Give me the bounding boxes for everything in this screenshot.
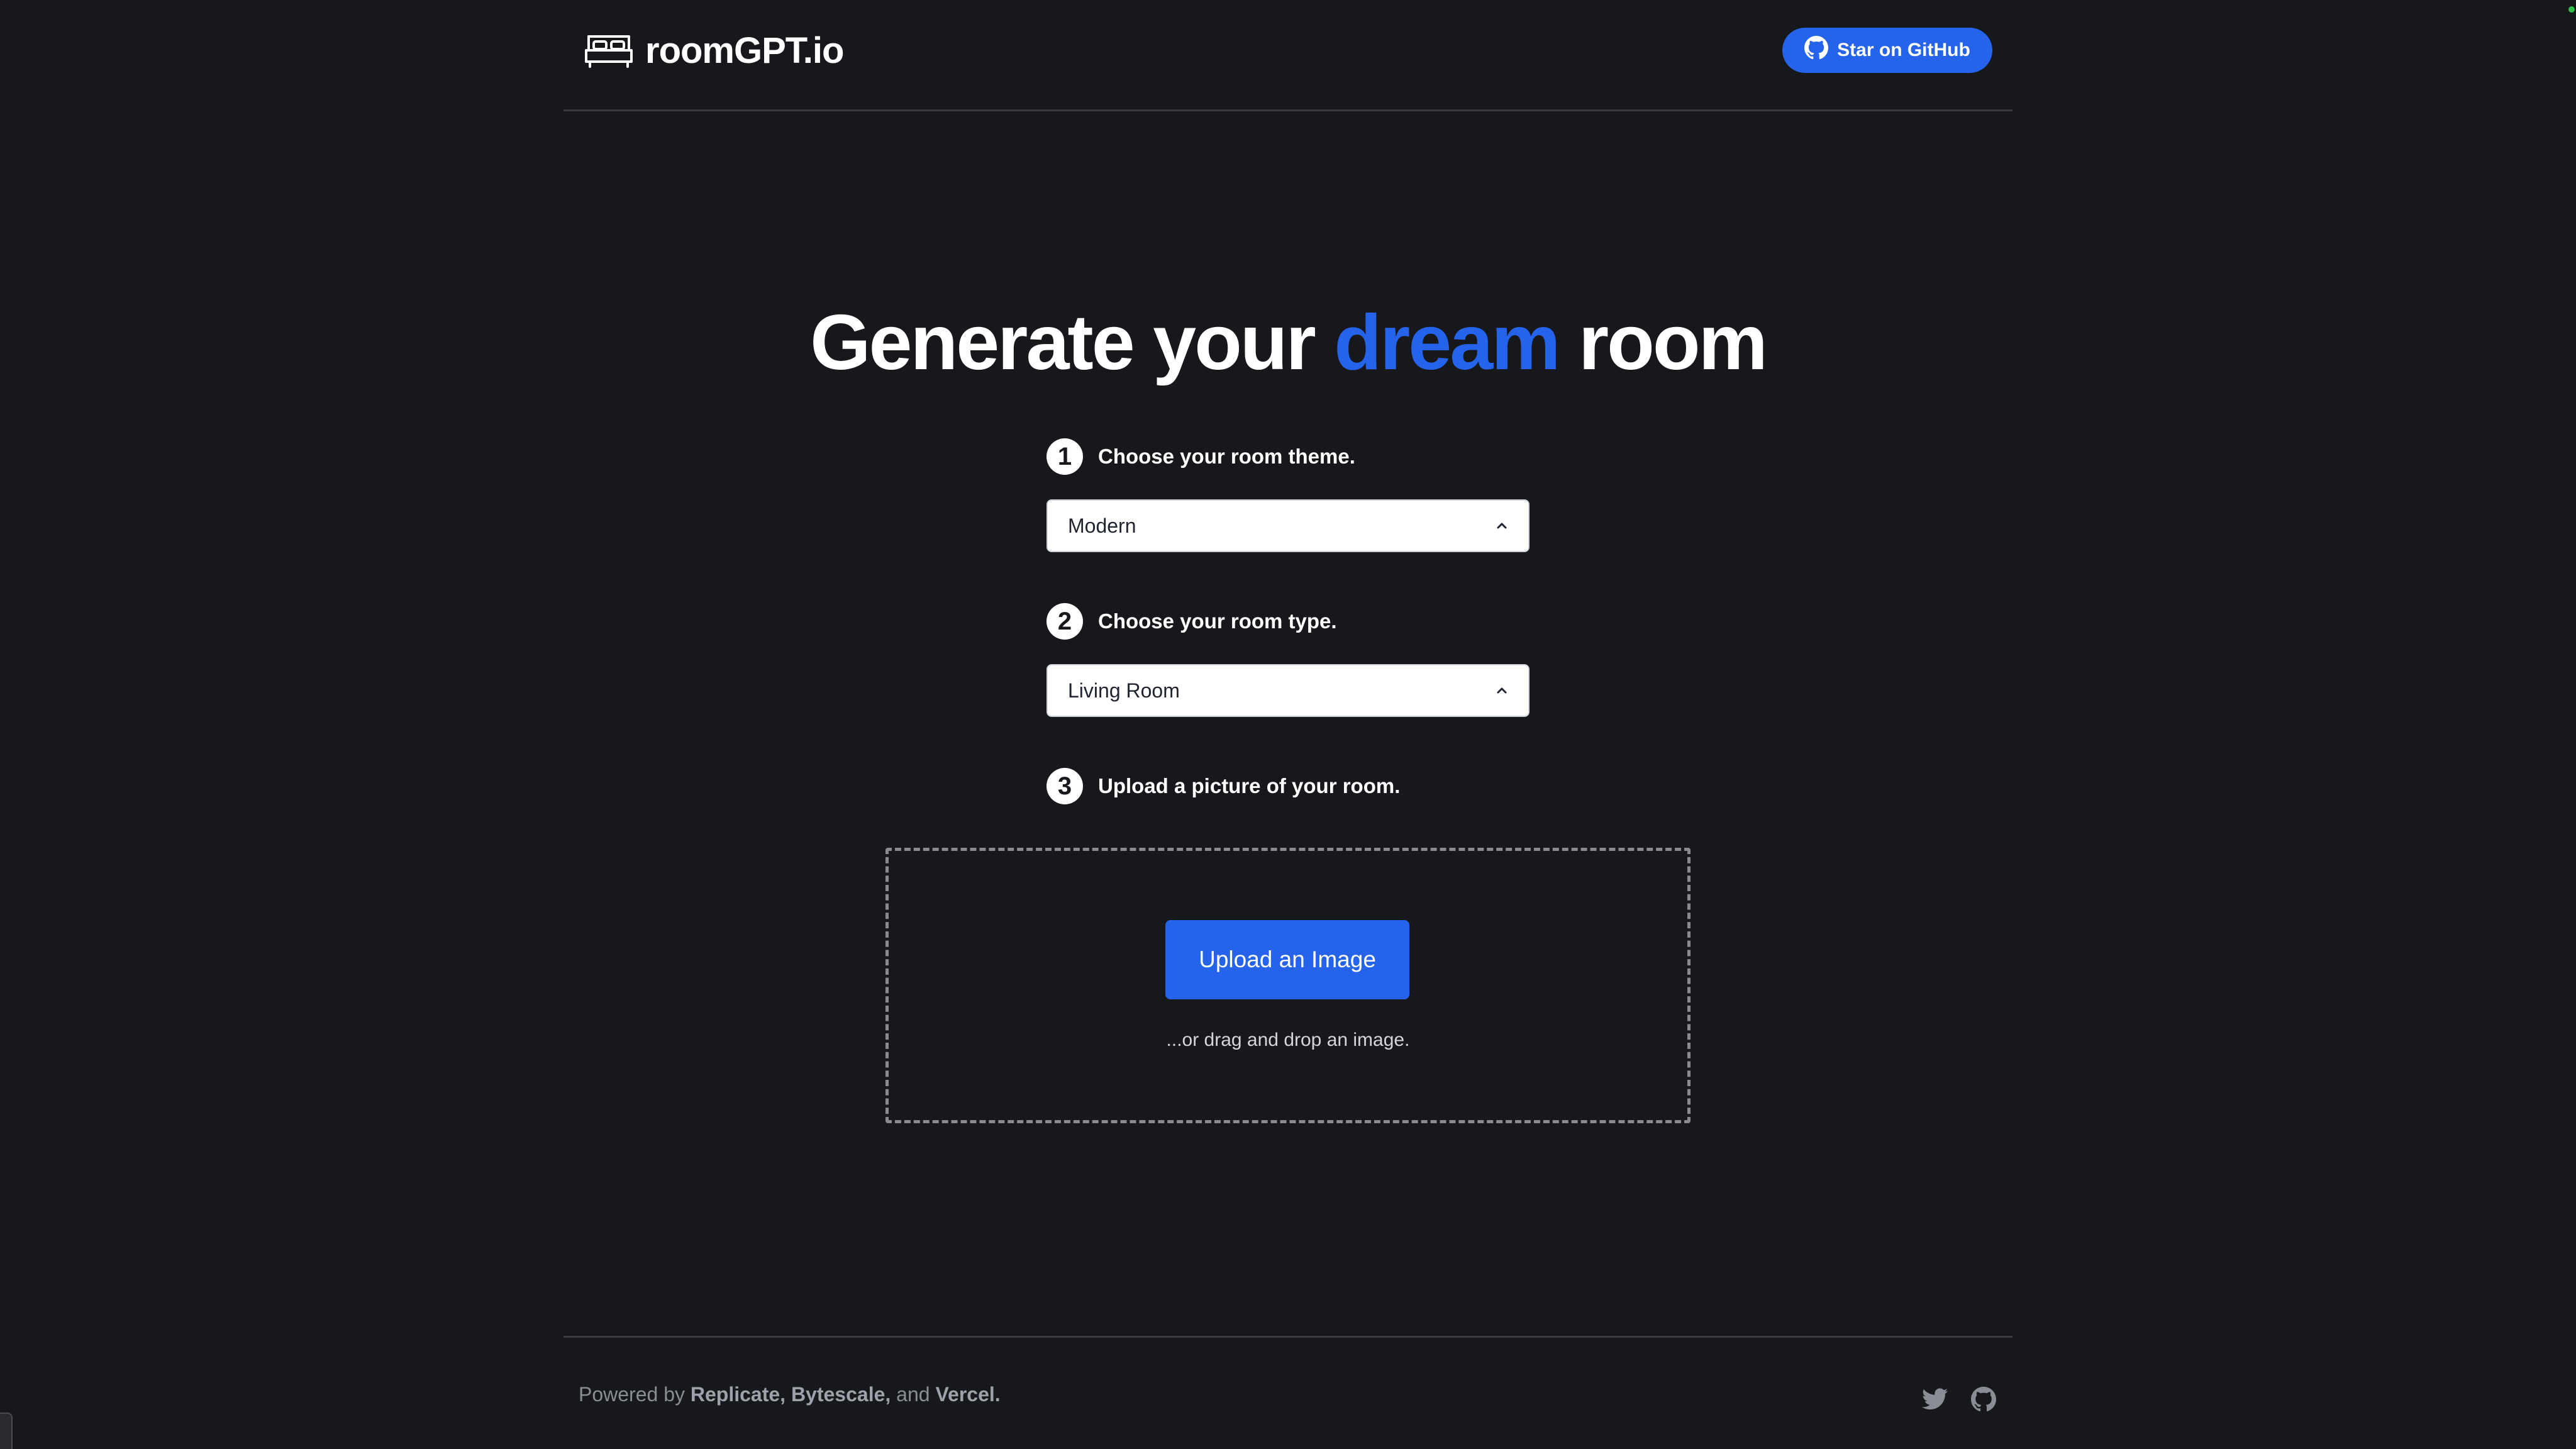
page-title: Generate your dream room [0, 296, 2576, 390]
powered-by-prefix: Powered by [579, 1383, 685, 1406]
step-label: Upload a picture of your room. [1098, 774, 1401, 797]
step-theme: 1 Choose your room theme. [1046, 438, 1530, 475]
step-room-type: 2 Choose your room type. [1046, 602, 1530, 640]
step-number-badge: 3 [1046, 768, 1083, 804]
side-tab-handle[interactable] [0, 1413, 13, 1449]
chevron-up-icon [1494, 683, 1509, 698]
room-theme-select[interactable]: Modern [1046, 499, 1530, 552]
powered-by-text: Powered by Replicate, Bytescale, and Ver… [579, 1383, 1001, 1406]
image-dropzone[interactable]: Upload an Image ...or drag and drop an i… [886, 848, 1690, 1123]
replicate-link[interactable]: Replicate, [691, 1383, 786, 1406]
header: roomGPT.io Star on GitHub [564, 0, 2012, 111]
upload-image-button[interactable]: Upload an Image [1165, 920, 1409, 999]
and-text: and [896, 1383, 930, 1406]
brand-link[interactable]: roomGPT.io [584, 25, 844, 75]
status-dot [2568, 6, 2575, 13]
step-number-badge: 1 [1046, 438, 1083, 475]
brand-name: roomGPT.io [645, 30, 844, 71]
step-upload: 3 Upload a picture of your room. [1046, 767, 1530, 805]
step-label: Choose your room type. [1098, 609, 1337, 633]
twitter-icon[interactable] [1922, 1388, 1948, 1411]
step-label: Choose your room theme. [1098, 445, 1355, 468]
vercel-link[interactable]: Vercel. [935, 1383, 1000, 1406]
steps: 1 Choose your room theme. Modern 2 Choos… [1046, 438, 1530, 805]
footer: Powered by Replicate, Bytescale, and Ver… [564, 1336, 2012, 1449]
page: roomGPT.io Star on GitHub Generate your … [0, 0, 2576, 1449]
social-links [1922, 1387, 1996, 1412]
title-before: Generate your [810, 299, 1316, 386]
chevron-up-icon [1494, 518, 1509, 533]
star-on-github-button[interactable]: Star on GitHub [1782, 28, 1992, 73]
room-type-value: Living Room [1068, 679, 1180, 702]
github-icon [1804, 36, 1829, 65]
title-after: room [1578, 299, 1768, 386]
title-accent: dream [1334, 299, 1560, 386]
room-theme-value: Modern [1068, 514, 1136, 537]
github-footer-icon[interactable] [1971, 1387, 1996, 1412]
bed-icon [584, 31, 634, 69]
bytescale-link[interactable]: Bytescale, [791, 1383, 891, 1406]
star-on-github-label: Star on GitHub [1837, 40, 1970, 60]
drag-drop-hint: ...or drag and drop an image. [1166, 1030, 1410, 1050]
room-type-select[interactable]: Living Room [1046, 664, 1530, 717]
step-number-badge: 2 [1046, 603, 1083, 640]
